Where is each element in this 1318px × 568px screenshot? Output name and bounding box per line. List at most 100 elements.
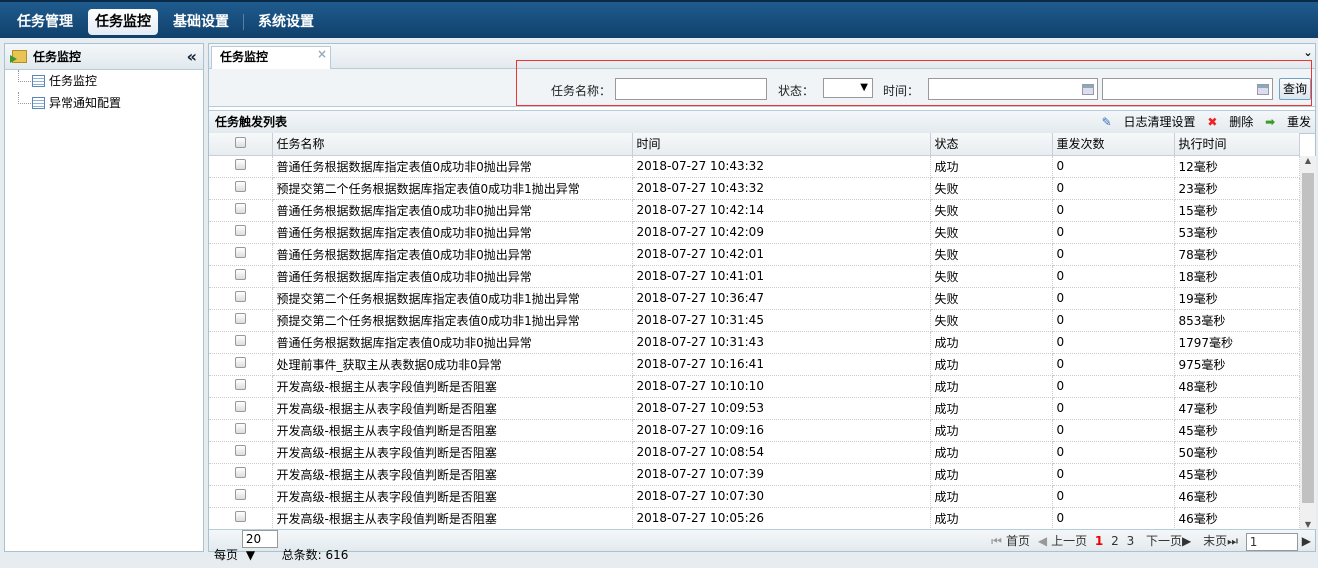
prev-page-button[interactable]: ◀ 上一页 (1038, 534, 1087, 548)
cell-retry-count: 0 (1052, 353, 1175, 376)
row-select[interactable] (209, 485, 273, 508)
row-select[interactable] (209, 221, 273, 244)
row-checkbox[interactable] (235, 313, 246, 324)
collapse-icon[interactable]: « (187, 44, 197, 70)
row-select[interactable] (209, 155, 273, 178)
row-checkbox[interactable] (235, 335, 246, 346)
cell-status: 失败 (930, 199, 1053, 222)
col-header[interactable]: 任务名称 (272, 133, 633, 156)
table-row[interactable]: 普通任务根据数据库指定表值0成功非0抛出异常 2018-07-27 10:41:0… (209, 265, 1300, 288)
task-name-input[interactable] (615, 78, 767, 100)
row-checkbox[interactable] (235, 269, 246, 280)
query-button[interactable]: 查询 (1279, 78, 1311, 100)
status-select[interactable]: ▼ (823, 78, 873, 98)
row-checkbox[interactable] (235, 181, 246, 192)
row-select[interactable] (209, 177, 273, 200)
row-select[interactable] (209, 331, 273, 354)
grid-icon (32, 75, 45, 87)
page-2[interactable]: 2 (1111, 534, 1119, 548)
last-page-button[interactable]: 末页⏭ (1199, 534, 1238, 548)
scrollbar[interactable]: ▲ ▼ (1300, 156, 1316, 529)
log-cleanup-button[interactable]: ✎ 日志清理设置 (1102, 115, 1196, 129)
row-checkbox[interactable] (235, 291, 246, 302)
page-3[interactable]: 3 (1127, 534, 1135, 548)
sidebar-header: 任务监控 « (5, 44, 203, 70)
nav-task-management[interactable]: 任务管理 (10, 9, 80, 35)
nav-task-monitor[interactable]: 任务监控 (88, 9, 158, 35)
start-time-input[interactable] (928, 78, 1098, 100)
row-checkbox[interactable] (235, 247, 246, 258)
row-checkbox[interactable] (235, 467, 246, 478)
nav-system-settings[interactable]: 系统设置 (251, 9, 321, 35)
row-select[interactable] (209, 243, 273, 266)
close-icon[interactable]: × (317, 44, 327, 64)
page-input[interactable]: 1 (1245, 532, 1298, 551)
row-checkbox[interactable] (235, 445, 246, 456)
row-checkbox[interactable] (235, 357, 246, 368)
table-row[interactable]: 预提交第二个任务根据数据库指定表值0成功非1抛出异常 2018-07-27 10:… (209, 309, 1300, 332)
col-header[interactable]: 重发次数 (1052, 133, 1175, 156)
end-time-input[interactable] (1102, 78, 1273, 100)
table-row[interactable]: 开发高级-根据主从表字段值判断是否阻塞 2018-07-27 10:09:16 成功… (209, 419, 1300, 442)
next-page-button[interactable]: 下一页▶ (1142, 534, 1191, 548)
row-select[interactable] (209, 375, 273, 398)
row-checkbox[interactable] (235, 511, 246, 522)
tab-task-monitor[interactable]: 任务监控 × (211, 46, 331, 70)
row-select[interactable] (209, 353, 273, 376)
delete-button[interactable]: ✖ 删除 (1207, 115, 1253, 129)
row-checkbox[interactable] (235, 225, 246, 236)
per-page-select[interactable]: 20 ▼ (241, 530, 278, 562)
row-checkbox[interactable] (235, 423, 246, 434)
col-header[interactable]: 执行时间 (1174, 133, 1300, 156)
table-row[interactable]: 普通任务根据数据库指定表值0成功非0抛出异常 2018-07-27 10:43:3… (209, 155, 1300, 178)
row-checkbox[interactable] (235, 489, 246, 500)
scrollbar-thumb[interactable] (1302, 173, 1314, 503)
calendar-icon[interactable] (1082, 84, 1094, 95)
row-select[interactable] (209, 419, 273, 442)
cell-task-name: 预提交第二个任务根据数据库指定表值0成功非1抛出异常 (272, 309, 633, 332)
table-row[interactable]: 开发高级-根据主从表字段值判断是否阻塞 2018-07-27 10:10:10 成功… (209, 375, 1300, 398)
cell-exec-time: 53毫秒 (1174, 221, 1300, 244)
table-row[interactable]: 开发高级-根据主从表字段值判断是否阻塞 2018-07-27 10:07:30 成功… (209, 485, 1300, 508)
col-header[interactable]: 时间 (632, 133, 931, 156)
table-row[interactable]: 开发高级-根据主从表字段值判断是否阻塞 2018-07-27 10:08:54 成功… (209, 441, 1300, 464)
sidebar-item-alert-config[interactable]: 异常通知配置 (5, 92, 203, 114)
row-select[interactable] (209, 441, 273, 464)
calendar-icon[interactable] (1257, 84, 1269, 95)
row-select[interactable] (209, 287, 273, 310)
table-row[interactable]: 开发高级-根据主从表字段值判断是否阻塞 2018-07-27 10:05:26 成功… (209, 507, 1300, 530)
col-header[interactable]: 状态 (930, 133, 1053, 156)
table-row[interactable]: 普通任务根据数据库指定表值0成功非0抛出异常 2018-07-27 10:42:0… (209, 221, 1300, 244)
cell-task-name: 开发高级-根据主从表字段值判断是否阻塞 (272, 463, 633, 486)
table-row[interactable]: 开发高级-根据主从表字段值判断是否阻塞 2018-07-27 10:07:39 成功… (209, 463, 1300, 486)
cell-status: 成功 (930, 463, 1053, 486)
table-row[interactable]: 预提交第二个任务根据数据库指定表值0成功非1抛出异常 2018-07-27 10:… (209, 287, 1300, 310)
table-row[interactable]: 普通任务根据数据库指定表值0成功非0抛出异常 2018-07-27 10:31:4… (209, 331, 1300, 354)
row-select[interactable] (209, 309, 273, 332)
row-select[interactable] (209, 463, 273, 486)
cell-time: 2018-07-27 10:42:14 (632, 199, 931, 222)
select-all-checkbox[interactable] (235, 136, 246, 148)
page-1[interactable]: 1 (1095, 534, 1103, 548)
table-row[interactable]: 普通任务根据数据库指定表值0成功非0抛出异常 2018-07-27 10:42:0… (209, 243, 1300, 266)
cell-exec-time: 19毫秒 (1174, 287, 1300, 310)
table-row[interactable]: 预提交第二个任务根据数据库指定表值0成功非1抛出异常 2018-07-27 10:… (209, 177, 1300, 200)
resend-button[interactable]: ➡ 重发 (1265, 115, 1311, 129)
row-checkbox[interactable] (235, 379, 246, 390)
row-select[interactable] (209, 397, 273, 420)
row-checkbox[interactable] (235, 159, 246, 170)
cell-exec-time: 1797毫秒 (1174, 331, 1300, 354)
row-select[interactable] (209, 199, 273, 222)
row-checkbox[interactable] (235, 203, 246, 214)
row-checkbox[interactable] (235, 401, 246, 412)
row-select[interactable] (209, 265, 273, 288)
table-row[interactable]: 处理前事件_获取主从表数据0成功非0异常 2018-07-27 10:16:41 成… (209, 353, 1300, 376)
sidebar-item-task-monitor[interactable]: 任务监控 (5, 70, 203, 92)
select-all-header[interactable] (209, 133, 273, 156)
table-row[interactable]: 开发高级-根据主从表字段值判断是否阻塞 2018-07-27 10:09:53 成功… (209, 397, 1300, 420)
row-select[interactable] (209, 507, 273, 530)
nav-basic-settings[interactable]: 基础设置 (166, 9, 236, 35)
go-icon[interactable]: ▶ (1302, 534, 1311, 548)
first-page-button[interactable]: ⏮ 首页 (991, 534, 1030, 548)
table-row[interactable]: 普通任务根据数据库指定表值0成功非0抛出异常 2018-07-27 10:42:1… (209, 199, 1300, 222)
